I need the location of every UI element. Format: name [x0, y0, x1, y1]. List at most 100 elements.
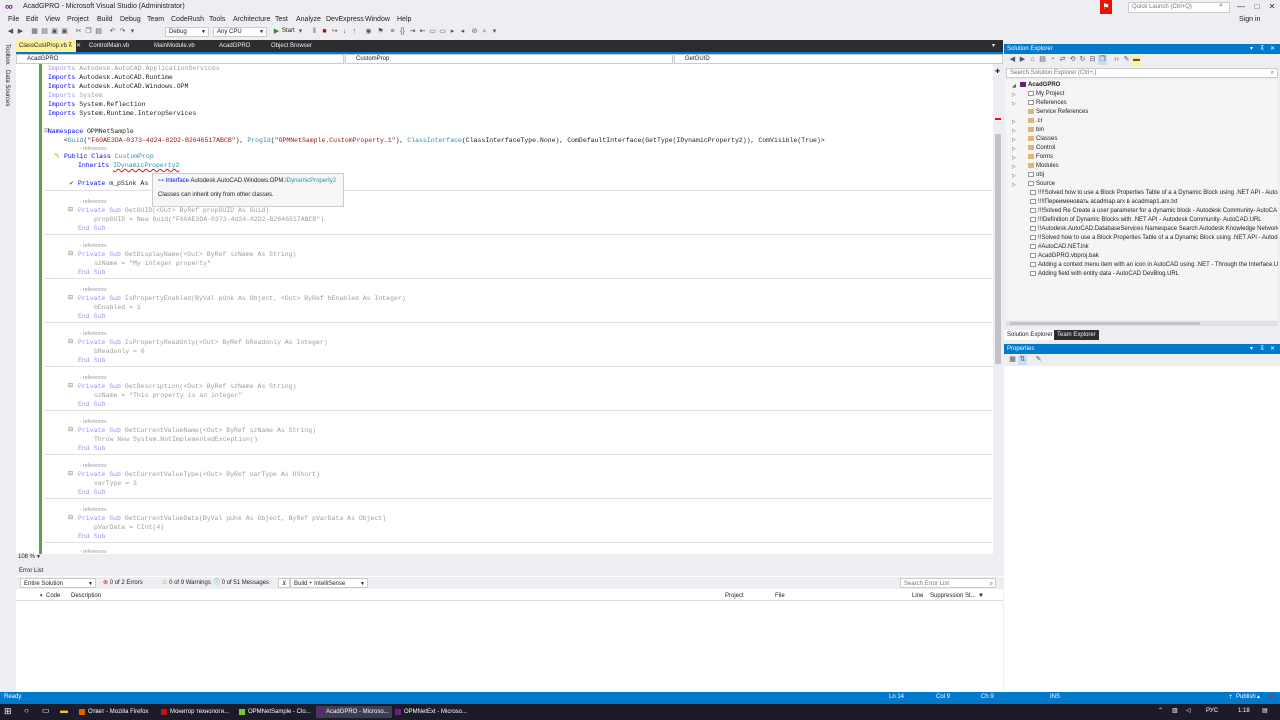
scrollbar-thumb[interactable] — [1010, 322, 1200, 325]
references-codelens[interactable]: - references — [80, 331, 107, 337]
taskbar-button[interactable]: Ответ - Mozilla Firefox — [78, 706, 154, 718]
menu-test[interactable]: Test — [275, 16, 288, 23]
filter-toggle[interactable]: ⊻ — [278, 578, 291, 588]
comment-icon[interactable]: ▭ — [428, 27, 437, 37]
forward-icon[interactable]: ▶ — [1018, 55, 1027, 65]
build-filter-select[interactable]: Build + IntelliSense ▼ — [290, 578, 368, 588]
collapse-icon[interactable]: ⊟ — [68, 514, 73, 521]
save-icon[interactable]: ▣ — [50, 27, 59, 37]
uncomment-icon[interactable]: ▭ — [438, 27, 447, 37]
clock[interactable]: 1:18 — [1238, 708, 1250, 714]
menu-architecture[interactable]: Architecture — [233, 16, 270, 23]
scope-select[interactable]: Entire Solution ▼ — [20, 578, 96, 588]
column-project[interactable]: Project — [725, 593, 744, 599]
volume-icon[interactable]: ◁ — [1186, 707, 1191, 714]
feedback-flag-icon[interactable]: ⚑ — [1100, 0, 1112, 14]
column-code[interactable]: Code — [46, 593, 60, 599]
references-codelens[interactable]: - references — [80, 199, 107, 205]
taskbar-button[interactable]: OPMNetSample - Clo... — [238, 706, 314, 718]
tree-node[interactable]: #AutoCAD.NET.lnk — [1030, 244, 1089, 250]
tab-mainmodule[interactable]: MainModule.vb — [151, 40, 213, 52]
tree-node[interactable]: Classes — [1028, 136, 1057, 142]
menu-help[interactable]: Help — [397, 16, 411, 23]
preview-icon[interactable]: ▬ — [1132, 55, 1141, 65]
tab-object-browser[interactable]: Object Browser — [268, 40, 330, 52]
expand-icon[interactable]: ▷ — [1012, 173, 1016, 179]
menu-team[interactable]: Team — [147, 16, 164, 23]
collapse-icon[interactable]: ⊟ — [68, 294, 73, 301]
copy-icon[interactable]: ❐ — [84, 27, 93, 37]
tree-node[interactable]: !!!Solved Re Create a user parameter for… — [1030, 208, 1277, 214]
taskbar-button[interactable]: Монитор технологи... — [160, 706, 236, 718]
expand-icon[interactable]: ▷ — [1012, 155, 1016, 161]
references-codelens[interactable]: - references — [80, 243, 107, 249]
taskbar-button[interactable]: OPMNetExt - Microso... — [394, 706, 470, 718]
chevron-down-icon[interactable]: ▼ — [36, 554, 41, 560]
bookmark-icon[interactable]: ⚑ — [376, 27, 385, 37]
back-icon[interactable]: ◀ — [1008, 55, 1017, 65]
split-icon[interactable]: ✚ — [995, 68, 1000, 75]
project-dropdown[interactable]: AcadGPRO — [16, 54, 344, 64]
forward-icon[interactable]: ▶ — [16, 27, 25, 37]
new-project-icon[interactable]: ▦ — [30, 27, 39, 37]
tree-node[interactable]: Adding a context menu item with an icon … — [1030, 262, 1278, 268]
property-pages-icon[interactable]: ✎ — [1034, 355, 1043, 365]
expand-icon[interactable]: ▷ — [1012, 137, 1016, 143]
network-icon[interactable]: ▥ — [1172, 707, 1178, 714]
clear-bookmarks-icon[interactable]: ⊘ — [470, 27, 479, 37]
step-over-icon[interactable]: ↪ — [330, 27, 339, 37]
show-all-files-icon[interactable]: ❐ — [1098, 55, 1107, 65]
column-file[interactable]: File — [775, 593, 785, 599]
indent-icon[interactable]: ⇥ — [408, 27, 417, 37]
solution-search-input[interactable]: Search Solution Explorer (Ctrl+;) ⌕ — [1006, 68, 1278, 78]
bookmark-next-icon[interactable]: ▸ — [448, 27, 457, 37]
alphabetical-icon[interactable]: ⇅ — [1018, 355, 1027, 365]
properties-icon[interactable]: ✎ — [1122, 55, 1131, 65]
tree-node[interactable]: References — [1028, 100, 1067, 106]
notifications-icon[interactable]: ▤ — [1262, 707, 1268, 714]
minimize-button[interactable]: — — [1234, 1, 1248, 13]
pin-icon[interactable]: ⊼ — [68, 42, 72, 49]
tree-node[interactable]: bin — [1028, 127, 1044, 133]
properties-grid[interactable] — [1004, 366, 1280, 692]
publish-button[interactable]: Publish — [1236, 694, 1256, 700]
tab-acadgpro[interactable]: AcadGPRO — [216, 40, 268, 52]
references-codelens[interactable]: - references — [80, 146, 107, 152]
format-icon[interactable]: ≡ — [388, 27, 397, 37]
collapse-icon[interactable]: ⊟ — [68, 426, 73, 433]
sync-icon[interactable]: ⇄ — [1058, 55, 1067, 65]
expand-icon[interactable]: ▷ — [1012, 164, 1016, 170]
close-icon[interactable]: ✕ — [1270, 344, 1275, 354]
braces-icon[interactable]: {} — [398, 27, 407, 37]
close-tab-icon[interactable]: ✕ — [76, 42, 81, 49]
editor-scrollbar[interactable]: ✚ — [993, 64, 1003, 554]
sign-in-link[interactable]: Sign in — [1239, 16, 1260, 23]
tree-node[interactable]: Service References — [1028, 109, 1088, 115]
home-icon[interactable]: ⌂ — [1028, 55, 1037, 65]
zoom-level[interactable]: 108 % — [18, 554, 35, 560]
undo-icon[interactable]: ↶ — [108, 27, 117, 37]
tab-solution-explorer[interactable]: Solution Explorer — [1004, 330, 1056, 340]
history-icon[interactable]: ⟲ — [1068, 55, 1077, 65]
expand-icon[interactable]: ◢ — [1012, 83, 1016, 89]
tree-node[interactable]: Modules — [1028, 163, 1059, 169]
pause-icon[interactable]: ‖ — [310, 27, 319, 37]
tab-classcustprop[interactable]: ClassCustProp.vb — [16, 40, 76, 52]
collapse-icon[interactable]: ⊟ — [68, 206, 73, 213]
search-icon[interactable]: ⌕ — [1219, 2, 1223, 10]
errors-filter[interactable]: ⊗ 0 of 2 Errors — [100, 578, 146, 588]
code-editor[interactable]: Imports Autodesk.AutoCAD.ApplicationServ… — [16, 64, 1003, 554]
close-button[interactable]: ✕ — [1265, 1, 1279, 13]
expand-icon[interactable]: ▷ — [1012, 119, 1016, 125]
menu-build[interactable]: Build — [97, 16, 113, 23]
column-description[interactable]: Description — [71, 593, 101, 599]
error-search-input[interactable]: Search Error List ⌕ — [900, 578, 996, 588]
view-code-icon[interactable]: ‹› — [1112, 55, 1121, 65]
upload-icon[interactable]: ⇡ — [1228, 694, 1233, 701]
scrollbar-thumb[interactable] — [995, 134, 1001, 364]
start-icon[interactable]: ▶ — [272, 27, 281, 37]
collapse-icon[interactable]: ⊟ — [68, 382, 73, 389]
references-codelens[interactable]: - references — [80, 507, 107, 513]
dropdown-icon[interactable]: ▾ — [1250, 44, 1253, 54]
tooltip-name[interactable]: IDynamicProperty2 — [285, 178, 336, 184]
